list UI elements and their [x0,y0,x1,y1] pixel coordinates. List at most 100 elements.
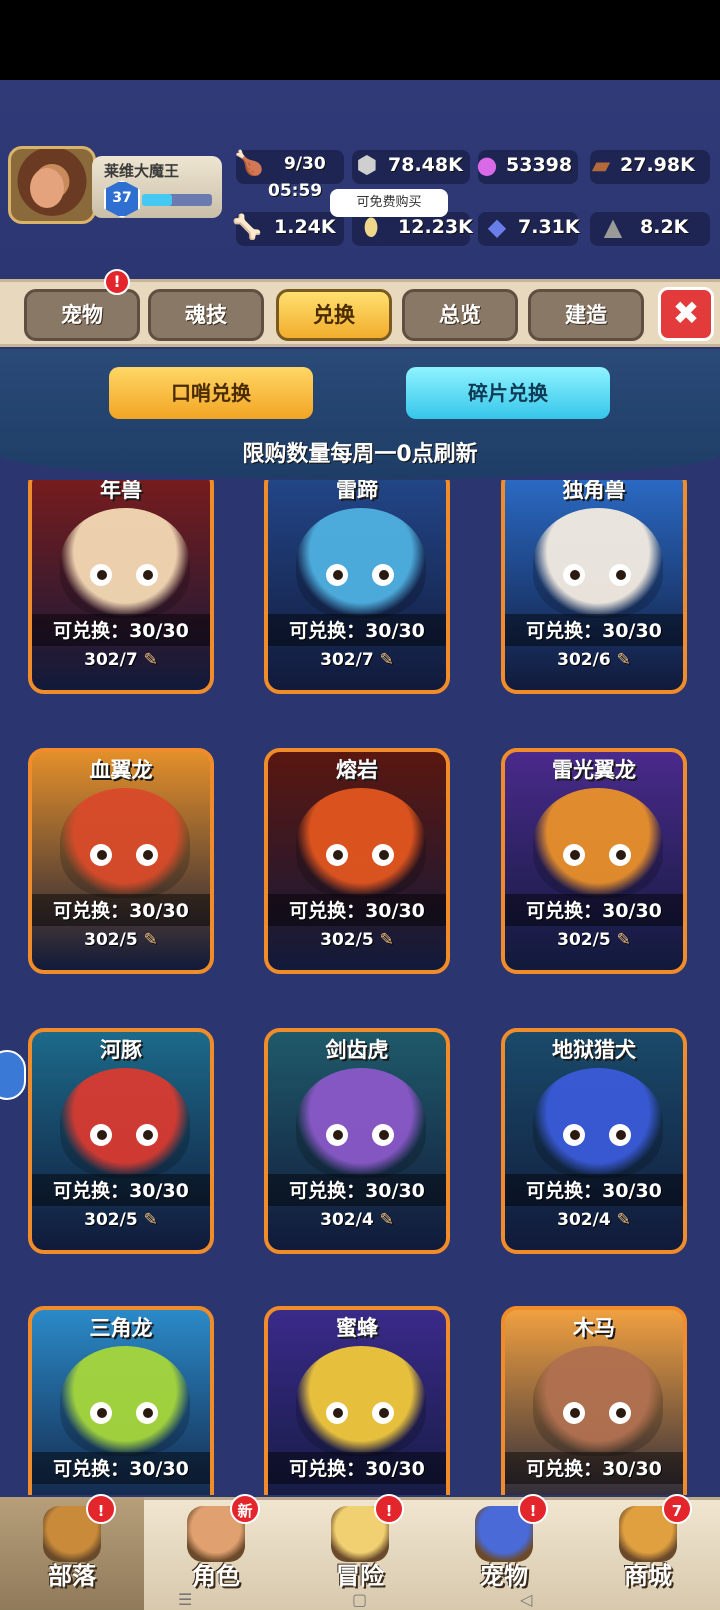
pet-illustration [60,1346,190,1456]
pet-name: 河豚 [100,1038,142,1062]
avatar-face [30,168,64,208]
pet-card[interactable]: 血翼龙可兑换：30/30 302/5 ✎ [28,748,214,974]
pet-eye [90,1124,112,1146]
exchange-remaining: 可兑换：30/30 [53,900,189,922]
whistle-icon: ✎ [373,1210,394,1230]
pet-eye [372,1124,394,1146]
exchange-cost-value: 302/5 [557,930,611,950]
pet-eye [609,1402,631,1424]
pet-illustration [296,508,426,618]
whistle-icon: ✎ [610,1210,631,1230]
pet-illustration [296,788,426,898]
nav-item-badge: ! [86,1494,116,1524]
exchange-cost: 302/6 ✎ [505,650,683,670]
whistle-exchange-button[interactable]: 口哨兑换 [109,367,313,419]
pet-card[interactable]: 年兽可兑换：30/30 302/7 ✎ [28,480,214,694]
pet-card[interactable]: 雷光翼龙 可兑换：30/30 302/5 ✎ [501,748,687,974]
tab-pet[interactable]: 宠物 [24,289,140,341]
pet-name: 蜜蜂 [336,1316,378,1340]
pet-illustration [296,1068,426,1178]
exchange-remaining: 可兑换：30/30 [289,900,425,922]
nav-item-label: 角色 [192,1562,240,1590]
exchange-remaining: 可兑换：30/30 [289,1458,425,1480]
pet-eye [372,844,394,866]
stone-icon: ⬢ [356,151,378,179]
whistle-icon: ✎ [610,930,631,950]
exchange-cost-value: 302/4 [320,1210,374,1230]
floating-gamepad-button[interactable] [0,1050,26,1100]
tab-exchange[interactable]: 兑换 [276,289,392,341]
pet-eye [326,1402,348,1424]
crystal-value: 7.31K [518,216,580,238]
system-back-icon[interactable]: ◁ [520,1590,532,1609]
ore-rock-icon: ▲ [603,213,623,241]
exchange-remaining: 可兑换：30/30 [289,1180,425,1202]
nav-item-label: 宠物 [480,1562,528,1590]
pet-eye [372,564,394,586]
status-bar [0,0,720,80]
close-button[interactable]: ✖ [658,287,714,341]
pet-card[interactable]: 剑齿虎可兑换：30/30 302/4 ✎ [264,1028,450,1254]
pet-exchange-grid: 年兽 可兑换：30/30 302/7 ✎ 雷蹄 可兑换：30/30 302/7 ✎ 独角兽可… [0,480,720,1495]
pet-eye [136,1402,158,1424]
exchange-cost: 302/7 ✎ [268,650,446,670]
pet-eye [326,844,348,866]
bone-value: 1.24K [274,216,336,238]
gem-value: 53398 [506,154,573,176]
pet-card[interactable]: 独角兽 可兑换：30/30 302/6 ✎ [501,480,687,694]
pet-card[interactable]: 河豚 可兑换：30/30 302/5 ✎ [28,1028,214,1254]
exchange-remaining: 可兑换：30/30 [53,620,189,642]
whistle-icon: ✎ [137,1210,158,1230]
exchange-cost-value: 302/5 [320,930,374,950]
pet-card[interactable]: 地狱猎犬 可兑换：30/30 302/4 ✎ [501,1028,687,1254]
pet-card[interactable]: 木马 可兑换：30/30 [501,1306,687,1495]
crystal-icon: ◆ [487,213,507,241]
pet-eye [563,564,585,586]
free-purchase-tooltip: 可免费购买 [330,189,448,217]
pet-illustration [533,508,663,618]
pet-name: 年兽 [100,480,142,502]
whistle-icon: ✎ [137,650,158,670]
stone-value: 78.48K [388,154,463,176]
pet-eye [90,564,112,586]
pet-eye [90,1402,112,1424]
refresh-note: 限购数量每周一0点刷新 [242,442,478,467]
exchange-cost: 302/5 ✎ [32,930,210,950]
pet-name: 独角兽 [562,480,626,502]
pet-name: 剑齿虎 [325,1038,389,1062]
pet-eye [136,844,158,866]
system-menu-icon[interactable]: ☰ [178,1590,192,1609]
whistle-icon: ✎ [373,650,394,670]
exchange-cost: 302/4 ✎ [268,1210,446,1230]
exchange-cost-value: 302/6 [557,650,611,670]
pet-illustration [296,1346,426,1456]
tab-soul-skill[interactable]: 魂技 [148,289,264,341]
pet-card[interactable]: 三角龙 可兑换：30/30 [28,1306,214,1495]
pet-eye [609,1124,631,1146]
exchange-cost: 302/5 ✎ [268,930,446,950]
ore-value: 8.2K [640,216,689,238]
pet-eye [326,1124,348,1146]
exchange-remaining: 可兑换：30/30 [526,1180,662,1202]
pet-illustration [60,1068,190,1178]
pet-card[interactable]: 雷蹄 可兑换：30/30 302/7 ✎ [264,480,450,694]
pet-illustration [60,788,190,898]
pet-name: 木马 [573,1316,615,1340]
exchange-remaining: 可兑换：30/30 [289,620,425,642]
pet-eye [326,564,348,586]
exchange-cost-value: 302/7 [84,650,138,670]
tab-build[interactable]: 建造 [528,289,644,341]
pet-name: 血翼龙 [89,758,153,782]
pet-card[interactable]: 熔岩 可兑换：30/30 302/5 ✎ [264,748,450,974]
stamina-value: 9/30 [284,154,326,174]
exchange-cost: 302/7 ✎ [32,650,210,670]
system-home-icon[interactable]: ▢ [352,1590,367,1609]
pet-card[interactable]: 蜜蜂可兑换：30/30 [264,1306,450,1495]
nav-item-label: 冒险 [336,1562,384,1590]
gem-orb-icon: ● [476,151,498,179]
pet-eye [136,1124,158,1146]
tab-overview[interactable]: 总览 [402,289,518,341]
pet-eye [136,564,158,586]
pet-eye [563,1124,585,1146]
fragment-exchange-button[interactable]: 碎片兑换 [406,367,610,419]
